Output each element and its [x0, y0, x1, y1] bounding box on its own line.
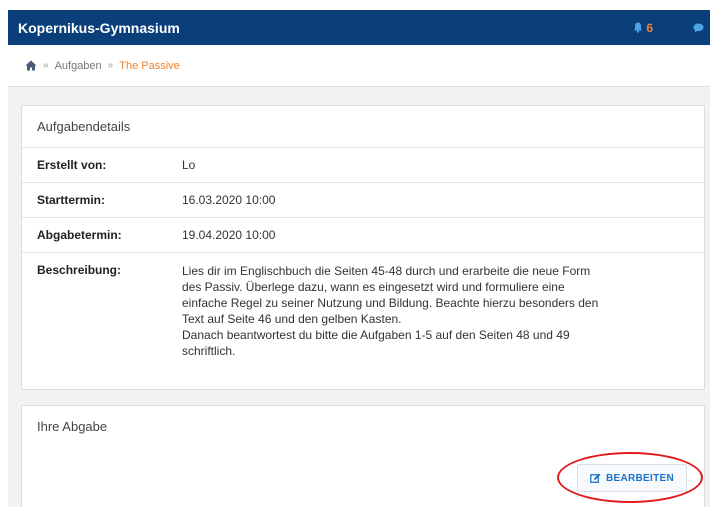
description-value: Lies dir im Englischbuch die Seiten 45-4…	[182, 263, 704, 359]
task-details-panel: Aufgabendetails Erstellt von: Lo Startte…	[21, 105, 705, 390]
home-link[interactable]	[25, 60, 37, 71]
edit-button-label: BEARBEITEN	[605, 472, 674, 484]
edit-button[interactable]: BEARBEITEN	[577, 464, 687, 492]
breadcrumb-current: The Passive	[119, 59, 180, 72]
task-details-table: Erstellt von: Lo Starttermin: 16.03.2020…	[22, 147, 704, 367]
detail-row-created-by: Erstellt von: Lo	[22, 148, 704, 183]
notifications-button[interactable]: 6	[633, 21, 653, 35]
description-line: Danach beantwortest du bitte die Aufgabe…	[182, 328, 570, 342]
top-navbar: Kopernikus-Gymnasium 6	[8, 10, 710, 45]
detail-row-description: Beschreibung: Lies dir im Englischbuch d…	[22, 253, 704, 367]
submission-panel: Ihre Abgabe BEARBEITEN	[21, 405, 705, 507]
home-icon	[25, 60, 37, 71]
description-line: Lies dir im Englischbuch die Seiten 45-4…	[182, 264, 591, 278]
due-date-value: 19.04.2020 10:00	[182, 228, 276, 242]
breadcrumb: » Aufgaben » The Passive	[8, 45, 710, 87]
description-line: des Passiv. Überlege dazu, wann es einge…	[182, 280, 565, 294]
due-date-label: Abgabetermin:	[37, 228, 122, 242]
submission-title: Ihre Abgabe	[37, 419, 108, 434]
detail-row-start-date: Starttermin: 16.03.2020 10:00	[22, 183, 704, 218]
description-line: Text auf Seite 46 und den gelben Kasten.	[182, 312, 402, 326]
breadcrumb-aufgaben[interactable]: Aufgaben	[55, 60, 102, 72]
chat-button[interactable]	[693, 23, 704, 33]
task-details-title: Aufgabendetails	[37, 119, 131, 134]
breadcrumb-separator: »	[43, 60, 49, 71]
start-date-value: 16.03.2020 10:00	[182, 193, 276, 207]
navbar-actions: 6	[633, 10, 710, 45]
bell-icon	[634, 22, 643, 33]
brand-title[interactable]: Kopernikus-Gymnasium	[18, 20, 180, 36]
created-by-value: Lo	[182, 158, 196, 172]
description-line: einfache Regel zu seiner Nutzung und Bil…	[182, 296, 599, 310]
main-content: Aufgabendetails Erstellt von: Lo Startte…	[8, 87, 710, 507]
created-by-label: Erstellt von:	[37, 158, 107, 172]
edit-icon	[590, 473, 601, 483]
chat-icon	[693, 23, 704, 32]
description-label: Beschreibung:	[37, 263, 122, 277]
notification-count: 6	[646, 20, 653, 35]
breadcrumb-separator: »	[107, 60, 114, 71]
description-line: schriftlich.	[182, 344, 236, 358]
start-date-label: Starttermin:	[37, 193, 106, 207]
detail-row-due-date: Abgabetermin: 19.04.2020 10:00	[22, 218, 704, 253]
